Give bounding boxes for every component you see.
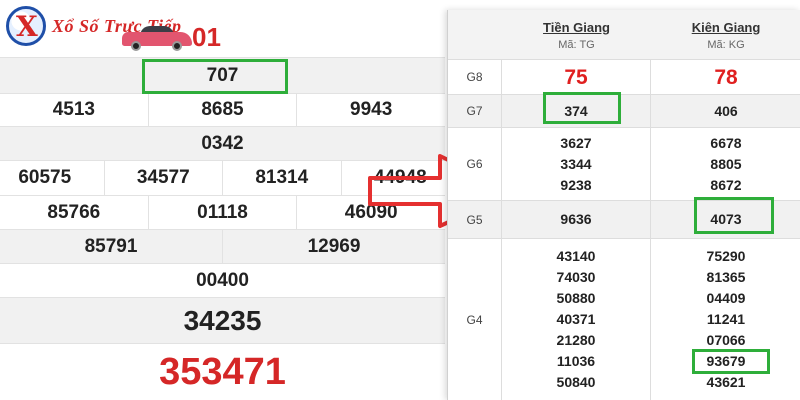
prize-cell: 75290 81365 04409 11241 07066 93679 4362…	[651, 239, 800, 400]
prize-number: 85791	[0, 230, 223, 263]
prize-number: 11241	[706, 311, 746, 327]
prize-number: 406	[714, 102, 738, 119]
prize-number: 75290	[706, 248, 746, 264]
prize-number: 60575	[0, 161, 105, 195]
table-row: 00400	[0, 264, 445, 298]
prize-number: 40371	[556, 311, 596, 327]
table-row: G4 43140 74030 50880 40371 21280 11036 5…	[448, 239, 800, 400]
province-link[interactable]: Tiền Giang	[543, 20, 610, 35]
prize-number: 9636	[560, 211, 592, 227]
prize-cell: 406	[651, 95, 800, 127]
prize-label: G6	[448, 128, 502, 200]
prize-number: 43621	[706, 374, 746, 390]
table-row: 353471	[0, 344, 445, 400]
table-row: G7 374 406	[448, 95, 800, 128]
table-row: 34235	[0, 298, 445, 344]
prize-number: 78	[714, 65, 738, 89]
prize-number: 01118	[149, 196, 298, 229]
partial-prize-number: 01	[192, 22, 221, 52]
xo-so-logo-icon: X	[6, 6, 46, 46]
prize-number: 4513	[0, 94, 149, 126]
prize-number: 21280	[556, 332, 596, 348]
prize-cell: 3627 3344 9238	[502, 128, 651, 200]
province-code: Mã: TG	[558, 38, 595, 51]
prize-number: 3344	[560, 155, 592, 172]
prize-number: 75	[564, 65, 588, 89]
car-icon	[122, 26, 200, 51]
prize-label: G5	[448, 201, 502, 238]
prize-cell: 75	[502, 60, 651, 94]
prize-cell: 9636	[502, 201, 651, 238]
prize-number: 81314	[223, 161, 342, 195]
prize-number: 9943	[350, 99, 393, 120]
table-row: 85791 12969	[0, 230, 445, 264]
table-header: Tiền Giang Mã: TG Kiên Giang Mã: KG	[448, 10, 800, 60]
prize-number: 34577	[105, 161, 223, 195]
prize-number: 81365	[706, 269, 746, 285]
prize-number: 07066	[706, 332, 746, 348]
table-row: G8 75 78	[448, 60, 800, 95]
column-header-tien-giang: Tiền Giang Mã: TG	[502, 10, 651, 60]
prize-label: G8	[448, 60, 502, 94]
prize-number: 50880	[556, 290, 596, 306]
prize-number: 6678	[710, 134, 742, 151]
left-header: X Xổ Số Trực Tiếp 01	[0, 0, 445, 58]
table-row: 4513 8685 9943	[0, 94, 445, 127]
highlight-box	[142, 59, 288, 94]
prize-number: 85766	[0, 196, 149, 229]
prize-number: 3627	[560, 134, 592, 151]
prize-cell: 78	[651, 60, 800, 94]
prize-number: 00400	[196, 269, 249, 291]
province-code: Mã: KG	[707, 38, 745, 51]
prize-number: 34235	[183, 304, 262, 336]
prize-number: 04409	[706, 290, 746, 306]
prize-number: 9238	[560, 176, 592, 193]
prize-number: 11036	[556, 353, 596, 369]
prize-cell: 43140 74030 50880 40371 21280 11036 5084…	[502, 239, 651, 400]
prize-number: 74030	[556, 269, 596, 285]
highlight-box	[692, 349, 770, 374]
highlight-box	[543, 92, 621, 124]
prize-number: 8672	[710, 176, 742, 193]
right-results-panel: Tiền Giang Mã: TG Kiên Giang Mã: KG G8 7…	[447, 10, 800, 400]
prize-number: 12969	[307, 235, 361, 257]
prize-label: G4	[448, 239, 502, 400]
prize-number: 43140	[556, 248, 596, 264]
prize-number: 8685	[149, 94, 298, 126]
special-prize-number: 353471	[159, 350, 286, 393]
prize-number: 8805	[710, 155, 742, 172]
prize-cell: 6678 8805 8672	[651, 128, 800, 200]
column-header-kien-giang: Kiên Giang Mã: KG	[651, 10, 800, 60]
province-link[interactable]: Kiên Giang	[692, 20, 761, 35]
prize-number: 50840	[556, 374, 596, 390]
prize-label: G7	[448, 95, 502, 127]
table-row: G6 3627 3344 9238 6678 8805 8672	[448, 128, 800, 201]
highlight-box	[694, 197, 774, 234]
